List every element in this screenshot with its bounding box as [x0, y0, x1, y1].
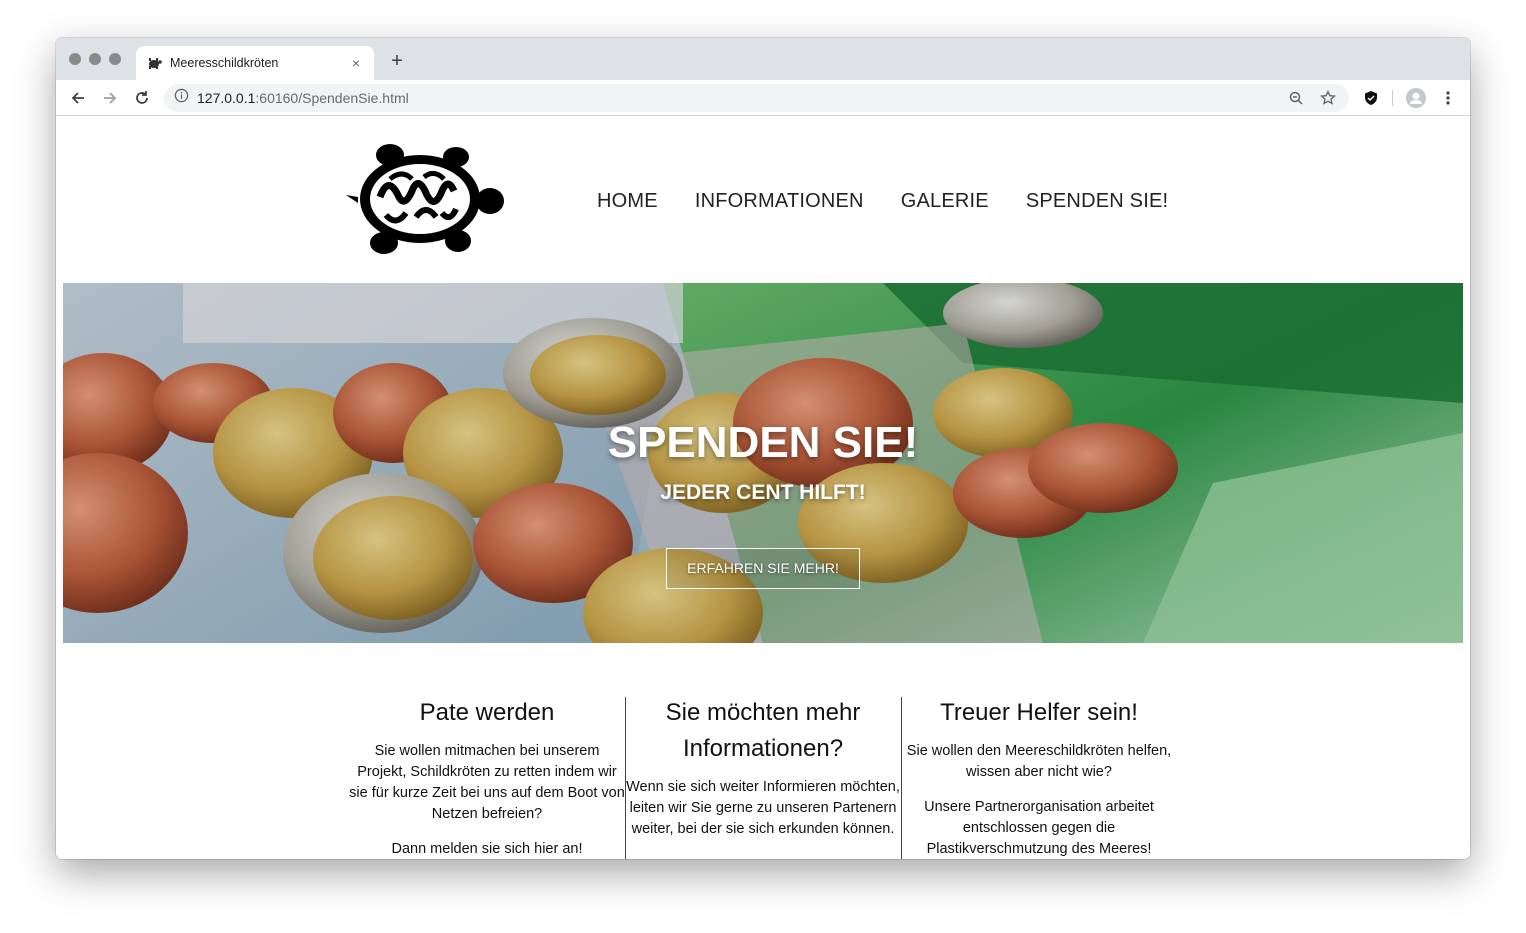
tab-close-icon[interactable]: ×: [348, 55, 364, 71]
column-heading: Treuer Helfer sein!: [940, 699, 1138, 726]
back-icon[interactable]: [67, 87, 89, 109]
shield-icon[interactable]: [1360, 87, 1382, 109]
column-text: Unsere Partnerorganisation arbeitet ents…: [924, 799, 1154, 857]
forward-icon[interactable]: [99, 87, 121, 109]
column-text: Sie wollen den Meereschildkröten helfen,…: [906, 743, 1172, 780]
tab-title: Meeresschildkröten: [170, 56, 279, 70]
hero-title: SPENDEN SIE!: [607, 418, 919, 467]
star-icon[interactable]: [1320, 84, 1336, 112]
minimize-window-button[interactable]: [89, 53, 101, 65]
nav-home[interactable]: HOME: [597, 190, 658, 213]
main-navigation: HOME INFORMATIONEN GALERIE SPENDEN SIE!: [597, 190, 1205, 213]
new-tab-button[interactable]: +: [386, 50, 408, 72]
menu-icon[interactable]: [1437, 87, 1459, 109]
url-path: :60160/SpendenSie.html: [255, 90, 409, 106]
tab-bar: Meeresschildkröten × +: [56, 38, 1470, 80]
url-text: 127.0.0.1:60160/SpendenSie.html: [197, 90, 409, 106]
hero-banner: SPENDEN SIE! JEDER CENT HILFT! ERFAHREN …: [63, 283, 1463, 643]
column-pate: Pate werden Sie wollen mitmachen bei uns…: [349, 695, 625, 859]
column-heading: Sie möchten mehr Informationen?: [665, 699, 861, 762]
address-bar[interactable]: 127.0.0.1:60160/SpendenSie.html: [164, 84, 1349, 112]
nav-spenden[interactable]: SPENDEN SIE!: [1026, 190, 1168, 213]
column-divider: [901, 697, 902, 859]
browser-window: Meeresschildkröten × + 127.0.0.1:60160/S…: [56, 38, 1470, 859]
turtle-favicon-icon: [146, 55, 162, 71]
column-text: Wenn sie sich weiter Informieren möchten…: [626, 779, 900, 837]
page-content: HOME INFORMATIONEN GALERIE SPENDEN SIE!: [56, 117, 1470, 859]
toolbar-separator: [1392, 90, 1393, 106]
nav-galerie[interactable]: GALERIE: [901, 190, 989, 213]
column-heading: Pate werden: [419, 699, 555, 726]
nav-informationen[interactable]: INFORMATIONEN: [695, 190, 864, 213]
browser-toolbar: 127.0.0.1:60160/SpendenSie.html: [56, 80, 1470, 116]
learn-more-button[interactable]: ERFAHREN SIE MEHR!: [666, 548, 860, 589]
column-text: Sie wollen mitmachen bei unserem Projekt…: [349, 743, 625, 822]
close-window-button[interactable]: [69, 53, 81, 65]
column-informationen: Sie möchten mehr Informationen? Wenn sie…: [625, 695, 901, 854]
turtle-logo[interactable]: [346, 139, 504, 261]
zoom-icon[interactable]: [1288, 84, 1304, 112]
reload-icon[interactable]: [131, 87, 153, 109]
hero-subtitle: JEDER CENT HILFT!: [660, 481, 866, 504]
column-divider: [625, 697, 626, 859]
profile-icon[interactable]: [1405, 87, 1427, 109]
browser-tab[interactable]: Meeresschildkröten ×: [136, 46, 374, 80]
info-icon[interactable]: [174, 88, 189, 108]
url-host: 127.0.0.1: [197, 90, 256, 106]
maximize-window-button[interactable]: [109, 53, 121, 65]
column-helfer: Treuer Helfer sein! Sie wollen den Meere…: [901, 695, 1177, 859]
column-text: Dann melden sie sich hier an!: [391, 841, 583, 857]
